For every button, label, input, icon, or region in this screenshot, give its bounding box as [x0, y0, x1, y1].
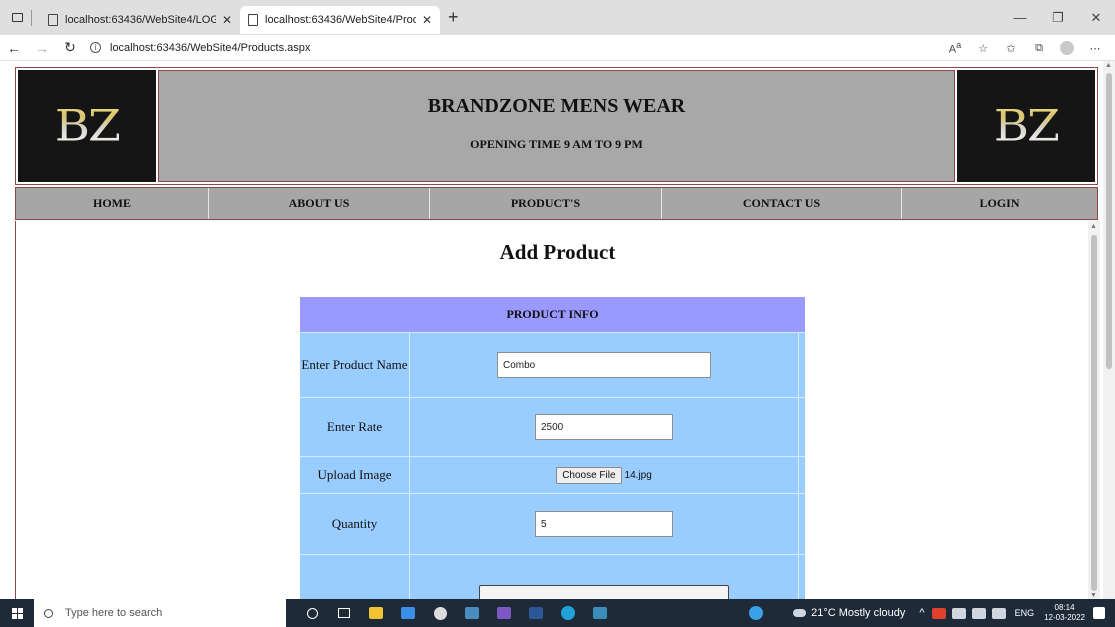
logo-text: BZ [993, 100, 1061, 152]
search-placeholder: Type here to search [65, 607, 163, 619]
battery-icon[interactable] [971, 607, 986, 619]
photos-icon[interactable] [584, 599, 616, 627]
edge-icon[interactable] [552, 599, 584, 627]
page-icon [248, 13, 258, 26]
help-icon[interactable] [749, 606, 764, 620]
nav-home[interactable]: HOME [16, 188, 209, 219]
back-icon[interactable]: ← [0, 40, 28, 56]
rate-label: Enter Rate [300, 398, 410, 456]
browser-tab-bar: localhost:63436/WebSite4/LOGIN ✕ localho… [0, 0, 1115, 35]
word-icon[interactable] [520, 599, 552, 627]
close-icon[interactable]: ✕ [422, 13, 432, 27]
nav-contact-us[interactable]: CONTACT US [662, 188, 902, 219]
collections-icon[interactable]: ⧉ [1025, 42, 1053, 55]
window-controls: — ❐ ✕ [1001, 0, 1115, 35]
url-field[interactable]: i localhost:63436/WebSite4/Products.aspx [90, 42, 310, 54]
taskbar: Type here to search 21°C Mostly cloudy ^… [0, 599, 1115, 627]
row-upload-image: Upload Image Choose File 14.jpg [300, 456, 805, 493]
notification-icon[interactable] [1093, 607, 1105, 619]
clock-date: 12-03-2022 [1044, 613, 1085, 622]
info-icon[interactable]: i [90, 42, 101, 53]
site-title: BRANDZONE MENS WEAR [427, 95, 686, 117]
nav-login[interactable]: LOGIN [902, 188, 1097, 219]
scrollbar-thumb[interactable] [1091, 235, 1097, 591]
browser-tab-login[interactable]: localhost:63436/WebSite4/LOGIN ✕ [40, 6, 240, 34]
python-icon[interactable] [456, 599, 488, 627]
nav-about-us[interactable]: ABOUT US [209, 188, 430, 219]
rate-input[interactable] [535, 414, 673, 440]
product-name-label: Enter Product Name [300, 333, 410, 397]
scrollbar-thumb[interactable] [1106, 73, 1112, 369]
content-area: Add Product PRODUCT INFO Enter Product N… [15, 221, 1100, 599]
chrome-icon[interactable] [424, 599, 456, 627]
product-form: PRODUCT INFO Enter Product Name Enter Ra… [300, 297, 805, 599]
url-text: localhost:63436/WebSite4/Products.aspx [110, 41, 311, 54]
network-icon[interactable] [951, 607, 966, 619]
page-viewport: BZ BRANDZONE MENS WEAR OPENING TIME 9 AM… [0, 61, 1115, 599]
tab-title: localhost:63436/WebSite4/LOGIN [65, 13, 216, 26]
close-window-icon[interactable]: ✕ [1077, 10, 1115, 26]
clock[interactable]: 08:14 12-03-2022 [1044, 603, 1085, 623]
file-explorer-icon[interactable] [360, 599, 392, 627]
row-submit [300, 554, 805, 599]
product-name-input[interactable] [497, 352, 711, 378]
visual-studio-icon[interactable] [488, 599, 520, 627]
profile-avatar[interactable] [1060, 41, 1074, 55]
minimize-icon[interactable]: — [1001, 10, 1039, 25]
header-banner: BRANDZONE MENS WEAR OPENING TIME 9 AM TO… [158, 70, 955, 182]
quantity-input[interactable] [535, 511, 673, 537]
cortana-icon[interactable] [296, 599, 328, 627]
file-name: 14.jpg [624, 469, 652, 481]
site-header: BZ BRANDZONE MENS WEAR OPENING TIME 9 AM… [15, 67, 1098, 185]
cloud-icon [793, 609, 807, 617]
page-icon [48, 13, 58, 26]
windows-icon [11, 607, 23, 619]
form-header: PRODUCT INFO [300, 297, 805, 332]
start-button[interactable] [0, 607, 34, 619]
browser-tab-products[interactable]: localhost:63436/WebSite4/Produ ✕ [240, 5, 440, 34]
restore-icon[interactable]: ❐ [1039, 10, 1077, 26]
new-tab-icon[interactable]: + [448, 7, 459, 28]
volume-icon[interactable] [991, 607, 1006, 619]
system-tray: 21°C Mostly cloudy ^ ENG 08:14 12-03-202… [749, 599, 1115, 627]
weather-widget[interactable]: 21°C Mostly cloudy [793, 607, 905, 619]
nav-products[interactable]: PRODUCT'S [430, 188, 662, 219]
brand-logo-right: BZ [957, 70, 1095, 182]
page-title: Add Product [499, 240, 616, 264]
upload-image-label: Upload Image [300, 457, 410, 493]
favorite-icon[interactable]: ☆ [969, 42, 997, 55]
favorites-list-icon[interactable]: ✩ [997, 42, 1025, 55]
quantity-label: Quantity [300, 494, 410, 554]
clock-time: 08:14 [1054, 603, 1075, 612]
read-aloud-icon[interactable]: Aa [941, 40, 969, 56]
tab-actions-icon[interactable] [12, 13, 23, 22]
choose-file-button[interactable]: Choose File [556, 466, 622, 484]
logo-text: BZ [54, 100, 122, 152]
file-upload: Choose File 14.jpg [556, 466, 652, 484]
row-rate: Enter Rate [300, 397, 805, 456]
refresh-icon[interactable]: ↻ [56, 39, 84, 56]
tab-title: localhost:63436/WebSite4/Produ [265, 13, 416, 26]
taskbar-search[interactable]: Type here to search [34, 599, 286, 627]
content-scrollbar[interactable]: ▲ ▼ [1088, 221, 1100, 599]
page-scrollbar[interactable]: ▲ [1103, 61, 1115, 599]
address-bar: ← → ↻ i localhost:63436/WebSite4/Product… [0, 35, 1115, 61]
search-icon [44, 608, 53, 618]
opening-time: OPENING TIME 9 AM TO 9 PM [470, 137, 643, 151]
brand-logo-left: BZ [18, 70, 156, 182]
submit-button[interactable] [479, 585, 729, 599]
row-quantity: Quantity [300, 493, 805, 554]
forward-icon[interactable]: → [28, 40, 56, 56]
more-icon[interactable]: ⋯ [1081, 42, 1109, 55]
row-product-name: Enter Product Name [300, 332, 805, 397]
app-tray-icon[interactable] [931, 607, 946, 619]
task-view-icon[interactable] [328, 599, 360, 627]
chevron-up-icon[interactable]: ^ [919, 607, 924, 619]
weather-text: 21°C Mostly cloudy [811, 607, 906, 619]
store-icon[interactable] [392, 599, 424, 627]
close-icon[interactable]: ✕ [222, 13, 232, 27]
language-indicator[interactable]: ENG [1015, 608, 1035, 618]
site-nav: HOME ABOUT US PRODUCT'S CONTACT US LOGIN [15, 187, 1098, 220]
